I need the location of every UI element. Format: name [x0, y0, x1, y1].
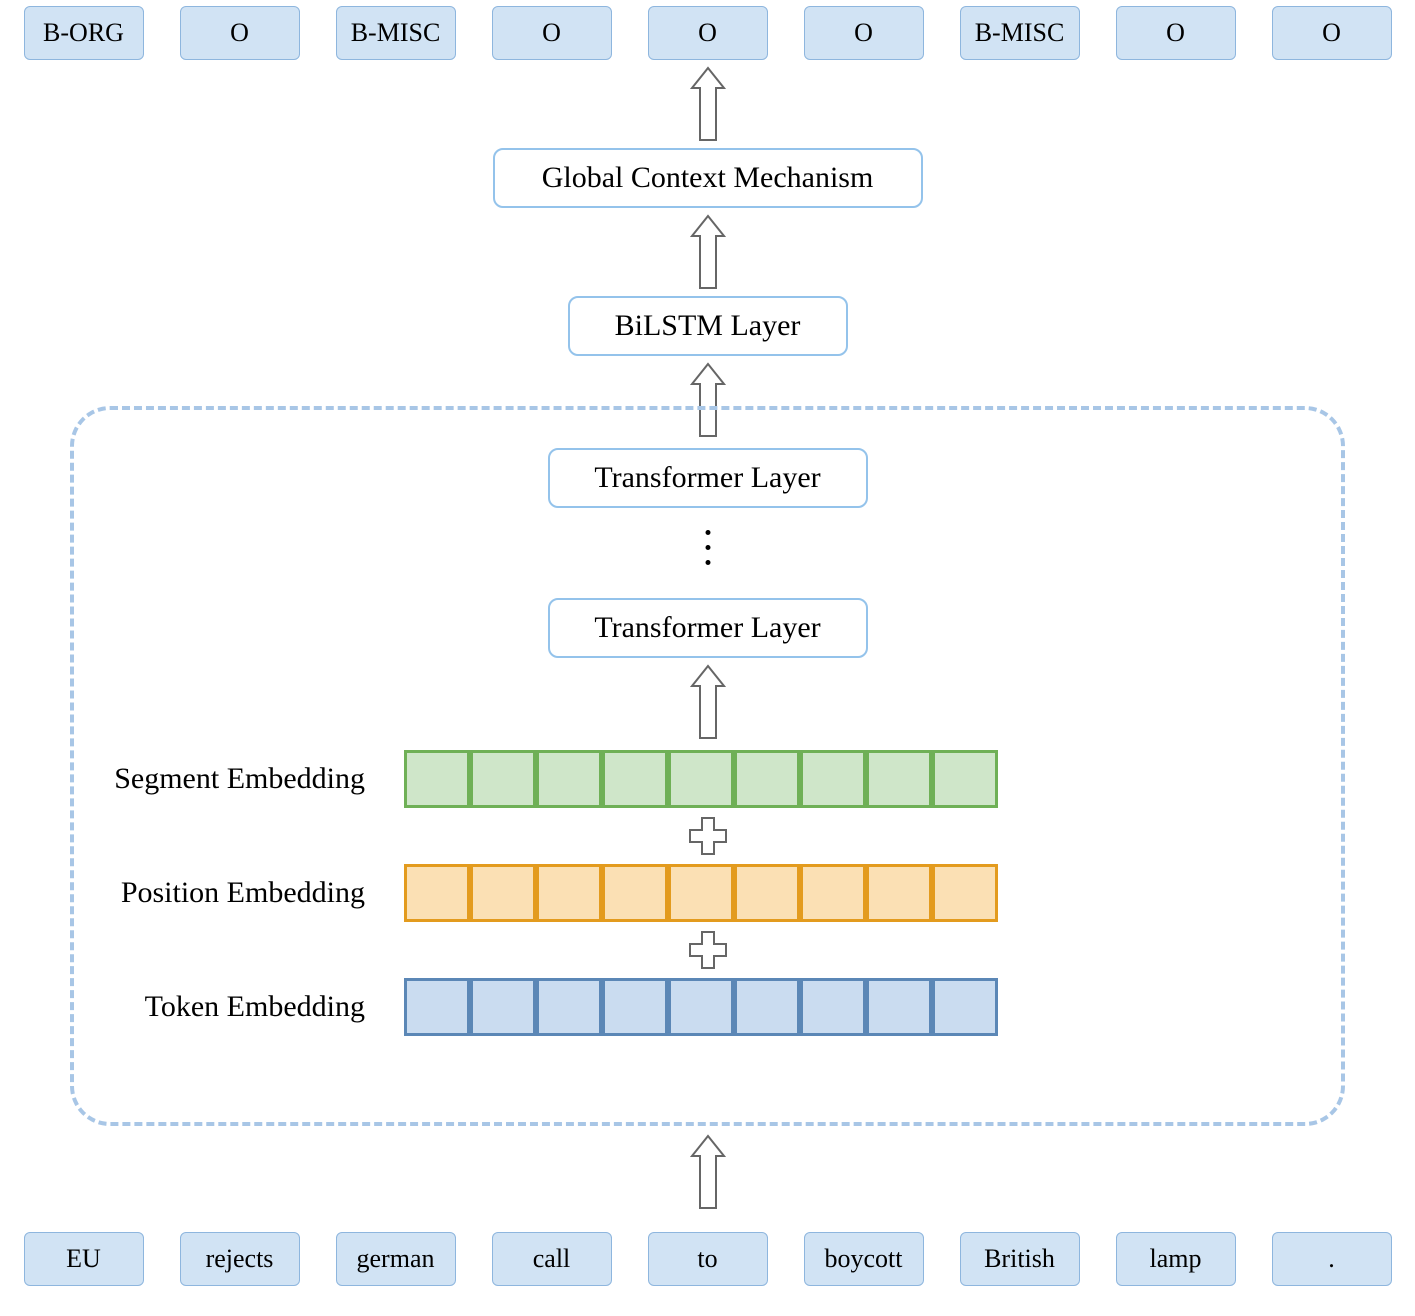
transformer-layer-top: Transformer Layer: [548, 448, 868, 508]
output-tags-row: B-ORG O B-MISC O O O B-MISC O O: [0, 6, 1415, 60]
output-tag: B-MISC: [960, 6, 1080, 60]
transformer-layer-bottom: Transformer Layer: [548, 598, 868, 658]
bilstm-layer: BiLSTM Layer: [568, 296, 848, 356]
input-token: to: [648, 1232, 768, 1286]
position-embedding-label: Position Embedding: [85, 876, 365, 910]
input-tokens-row: EU rejects german call to boycott Britis…: [0, 1232, 1415, 1286]
plus-icon: [686, 928, 730, 972]
vertical-ellipsis-icon: [705, 530, 710, 565]
position-embedding-row: [404, 864, 998, 922]
input-token: rejects: [180, 1232, 300, 1286]
output-tag: O: [1272, 6, 1392, 60]
input-token: .: [1272, 1232, 1392, 1286]
token-embedding-row: [404, 978, 998, 1036]
global-context-layer: Global Context Mechanism: [493, 148, 923, 208]
input-token: lamp: [1116, 1232, 1236, 1286]
input-token: British: [960, 1232, 1080, 1286]
input-token: call: [492, 1232, 612, 1286]
output-tag: O: [804, 6, 924, 60]
segment-embedding-label: Segment Embedding: [85, 762, 365, 796]
output-tag: O: [492, 6, 612, 60]
input-token: boycott: [804, 1232, 924, 1286]
output-tag: B-MISC: [336, 6, 456, 60]
input-token: EU: [24, 1232, 144, 1286]
segment-embedding-row: [404, 750, 998, 808]
arrow-up-icon: [688, 212, 728, 292]
input-token: german: [336, 1232, 456, 1286]
output-tag: O: [648, 6, 768, 60]
arrow-up-icon: [688, 64, 728, 144]
output-tag: O: [180, 6, 300, 60]
output-tag: B-ORG: [24, 6, 144, 60]
token-embedding-label: Token Embedding: [85, 990, 365, 1024]
arrow-up-icon: [688, 662, 728, 742]
plus-icon: [686, 814, 730, 858]
output-tag: O: [1116, 6, 1236, 60]
arrow-up-icon: [688, 1132, 728, 1212]
